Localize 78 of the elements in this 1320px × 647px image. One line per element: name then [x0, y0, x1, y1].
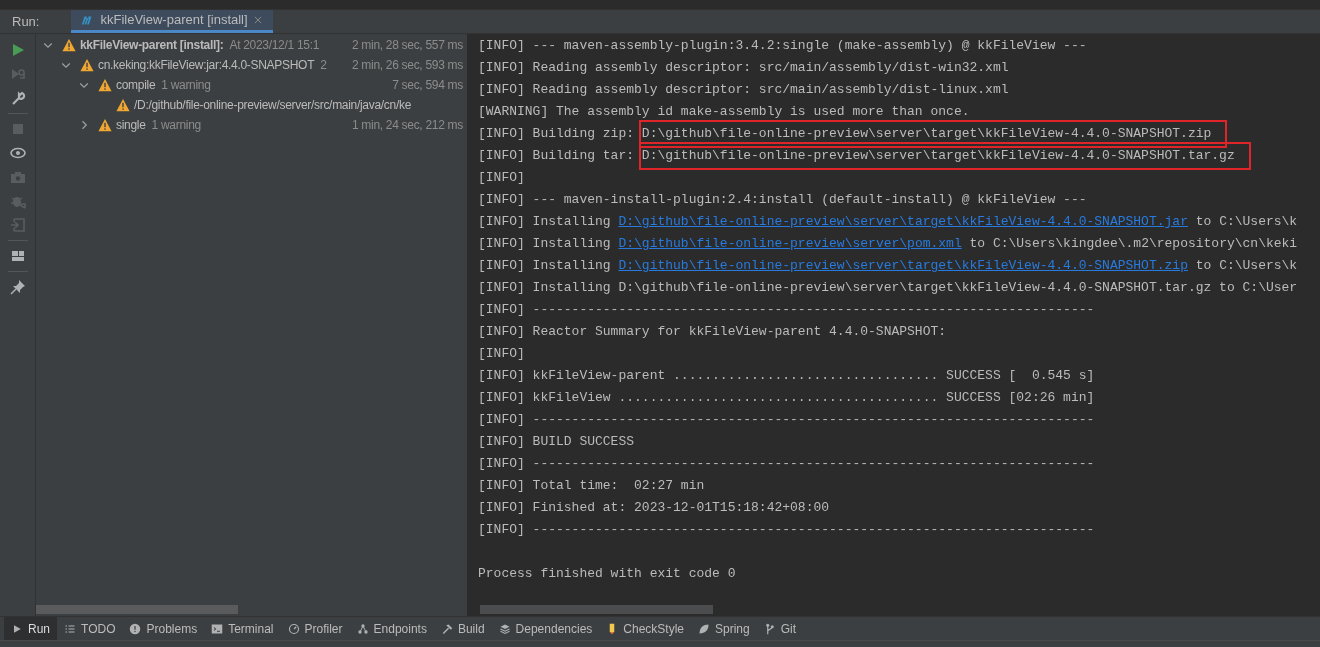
tree-item[interactable]: compile	[116, 76, 156, 94]
console-text: [INFO] Installing	[478, 257, 612, 276]
console-text: [INFO] Installing D:\github\file-online-preview\server\target\kkFileView-4.4.0-SNAPSHOT.tar.gz to C:\User	[478, 279, 1298, 298]
run-label: Run:	[11, 12, 41, 31]
item-detail: 1 warning	[151, 117, 201, 134]
tree-item[interactable]: kkFileView-parent [install]:	[80, 36, 224, 54]
tree-item[interactable]: cn.keking:kkFileView:jar:4.4.0-SNAPSHOT	[98, 56, 315, 74]
console-text: [WARNING] The assembly id make-assembly is used more than once.	[478, 103, 970, 122]
layout-icon[interactable]	[9, 248, 26, 264]
branch-icon	[763, 622, 776, 635]
duration: 2 min, 26 sec, 593 ms	[351, 57, 463, 74]
tool-window-tab[interactable]: Git	[756, 617, 804, 640]
scrollbar-thumb[interactable]	[36, 604, 238, 614]
console-text: to C:\Users\kingdee\.m2\repository\cn\keki	[968, 235, 1298, 254]
close-icon	[252, 15, 263, 25]
tool-window-tab[interactable]: TODO	[57, 617, 123, 640]
tree-item[interactable]: /D:/github/file-online-preview/server/src/main/java/cn/ke	[134, 96, 412, 114]
file-link[interactable]: D:\github\file-online-preview\server\pom.xml	[618, 234, 962, 254]
console-text: [INFO] Reading assembly descriptor: src/main/assembly/dist-win32.xml	[478, 59, 1009, 78]
tool-window-tab[interactable]: Build	[433, 617, 492, 640]
tool-window-tab[interactable]: Profiler	[280, 617, 350, 640]
item-detail: 2	[320, 57, 327, 74]
highlighted-path: D:\github\file-online-preview\server\target\kkFileView-4.4.0-SNAPSHOT.tar.gz	[640, 144, 1249, 168]
console-text: [INFO] Installing	[478, 213, 612, 232]
tool-window-tab[interactable]: Run	[4, 617, 57, 640]
gauge-icon	[287, 622, 300, 635]
leaf-icon	[698, 622, 711, 635]
console-text: [INFO] Building tar:	[478, 147, 636, 166]
console-text: [INFO] ------------------------------------------------------------------------	[478, 521, 1095, 540]
console-text: [INFO] Reading assembly descriptor: src/main/assembly/dist-linux.xml	[478, 81, 1009, 100]
terminal-icon	[211, 622, 224, 635]
warning-icon	[80, 58, 94, 72]
nodes-icon	[356, 622, 369, 635]
console-text: [INFO] Total time: 02:27 min	[478, 477, 705, 496]
console-text: to C:\Users\k	[1194, 257, 1298, 276]
list-icon	[64, 622, 76, 635]
tool-window-tab[interactable]: Spring	[691, 617, 757, 640]
duration: 2 min, 28 sec, 557 ms	[351, 37, 463, 54]
warning-icon	[116, 98, 130, 112]
tool-window-tab[interactable]: Terminal	[204, 617, 281, 640]
console-text: [INFO] Finished at: 2023-12-01T15:18:42+08:00	[478, 499, 830, 518]
warning-icon	[62, 38, 76, 52]
tree-item[interactable]: single	[116, 116, 146, 134]
configuration-tab[interactable]: kkFileView-parent [install]	[71, 10, 273, 33]
item-detail: 1 warning	[161, 77, 211, 94]
pin-icon[interactable]	[9, 279, 26, 295]
eye-icon[interactable]	[9, 145, 26, 161]
file-link[interactable]: D:\github\file-online-preview\server\target\kkFileView-4.4.0-SNAPSHOT.jar	[618, 212, 1188, 232]
exit-message: Process finished with exit code 0	[478, 565, 736, 584]
tool-window-tab[interactable]: Endpoints	[349, 617, 434, 640]
console-text: to C:\Users\k	[1194, 213, 1298, 232]
alert-icon	[129, 622, 142, 635]
console-text: [INFO] ------------------------------------------------------------------------	[478, 301, 1095, 320]
warning-icon	[98, 118, 112, 132]
tool-window-tab[interactable]: Problems	[122, 617, 205, 640]
layers-icon	[498, 622, 511, 635]
file-link[interactable]: D:\github\file-online-preview\server\target\kkFileView-4.4.0-SNAPSHOT.zip	[618, 256, 1188, 276]
console-text: [INFO] --- maven-install-plugin:2.4:install (default-install) @ kkFileView ---	[478, 191, 1087, 210]
console-text: [INFO] Building zip:	[478, 125, 636, 144]
warning-icon	[98, 78, 112, 92]
console-text: [INFO] kkFileView-parent .................................. SUCCESS [ 0.545 s]	[478, 367, 1095, 386]
duration: 1 min, 24 sec, 212 ms	[351, 117, 463, 134]
console-text: [INFO] kkFileView ......................................... SUCCESS [02:26 min]	[478, 389, 1095, 408]
console-text: [INFO] ------------------------------------------------------------------------	[478, 455, 1095, 474]
console-text: [INFO] Reactor Summary for kkFileView-parent 4.4.0-SNAPSHOT:	[478, 323, 947, 342]
tool-window-tab[interactable]: CheckStyle	[599, 617, 692, 640]
duration: 7 sec, 594 ms	[392, 77, 463, 94]
tool-window-tab[interactable]: Dependencies	[491, 617, 600, 640]
hammer-icon	[440, 622, 453, 635]
console-text: [INFO] --- maven-assembly-plugin:3.4.2:single (make-assembly) @ kkFileView ---	[478, 37, 1087, 56]
console-text: [INFO] BUILD SUCCESS	[478, 433, 635, 452]
scrollbar-thumb[interactable]	[480, 604, 713, 614]
console-text: [INFO]	[478, 345, 525, 364]
item-detail: At 2023/12/1 15:1	[229, 37, 320, 54]
console-text: [INFO] Installing	[478, 235, 612, 254]
highlighted-path: D:\github\file-online-preview\server\target\kkFileView-4.4.0-SNAPSHOT.zip	[640, 122, 1226, 146]
console-text: [INFO] ------------------------------------------------------------------------	[478, 411, 1095, 430]
console-text: [INFO]	[478, 169, 525, 188]
